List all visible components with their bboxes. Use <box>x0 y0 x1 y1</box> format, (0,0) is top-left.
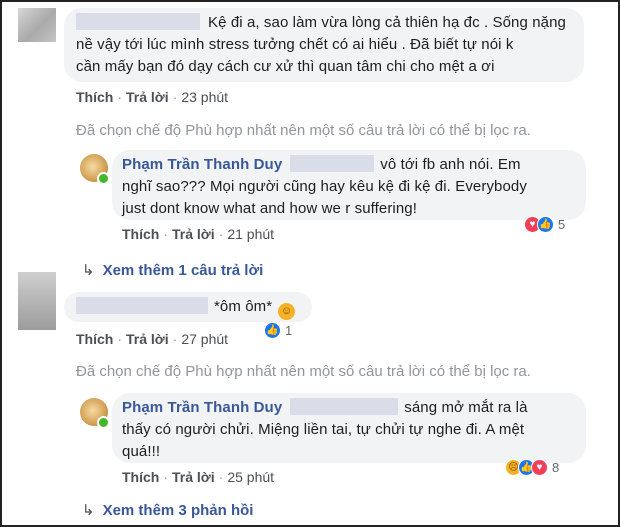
redacted-name <box>290 155 375 172</box>
comment-text-line: Kệ đi a, sao làm vừa lòng cả thiên hạ đc… <box>208 14 566 31</box>
comment-actions: Thích · Trả lời · 23 phút <box>76 89 229 105</box>
redacted-name <box>76 13 200 30</box>
reply-text-line: thấy có người chửi. Miệng liền tai, tự c… <box>122 421 525 438</box>
like-link[interactable]: Thích <box>76 331 113 347</box>
redacted-name <box>290 398 399 415</box>
avatar[interactable] <box>18 272 56 330</box>
reply-bubble: Phạm Trần Thanh Duy vô tới fb anh nói. Em… <box>112 150 586 220</box>
view-more-label: Xem thêm 3 phản hồi <box>102 502 254 519</box>
author-name[interactable]: Phạm Trần Thanh Duy <box>122 156 282 173</box>
like-reaction-icon: 👍 <box>264 322 281 339</box>
reply-actions: Thích · Trả lời · 21 phút <box>122 226 275 242</box>
reaction-count: 5 <box>558 217 566 232</box>
comment-text: *ôm ôm* <box>214 298 273 315</box>
like-link[interactable]: Thích <box>122 469 159 485</box>
online-indicator <box>97 172 110 185</box>
avatar[interactable] <box>18 8 56 42</box>
online-indicator <box>97 416 110 429</box>
reply-arrow-icon: ↳ <box>82 502 95 519</box>
author-name[interactable]: Phạm Trần Thanh Duy <box>122 399 282 416</box>
reply-link[interactable]: Trả lời <box>172 469 215 485</box>
timestamp[interactable]: 23 phút <box>181 89 228 105</box>
love-reaction-icon: ♥ <box>531 459 548 476</box>
like-reaction-icon: 👍 <box>537 216 554 233</box>
reply-link[interactable]: Trả lời <box>126 89 169 105</box>
like-link[interactable]: Thích <box>76 89 113 105</box>
reaction-summary[interactable]: ♥ 👍 5 <box>524 216 565 233</box>
reply-text-line: vô tới fb anh nói. Em <box>380 156 521 173</box>
filter-notice: Đã chọn chế độ Phù hợp nhất nên một số c… <box>76 363 531 380</box>
reply-bubble: Phạm Trần Thanh Duy sáng mở mắt ra là thấ… <box>112 393 586 463</box>
reaction-count: 8 <box>552 460 560 475</box>
reply-text-line: sáng mở mắt ra là <box>404 399 528 416</box>
comment-text-line: cần mấy bạn đó dạy cách cư xử thì quan t… <box>76 58 495 75</box>
reply-text-line: nghĩ sao??? Mọi người cũng hay kêu kệ đi… <box>122 178 527 195</box>
reply-link[interactable]: Trả lời <box>172 226 215 242</box>
filter-notice: Đã chọn chế độ Phù hợp nhất nên một số c… <box>76 122 531 139</box>
timestamp[interactable]: 21 phút <box>227 226 274 242</box>
reply-arrow-icon: ↳ <box>82 262 95 279</box>
comment-text-line: nề vậy tới lúc mình stress tưởng chết có… <box>76 36 514 53</box>
reaction-count: 1 <box>285 323 293 338</box>
reply-text-line: just dont know what and how we r sufferi… <box>122 200 418 217</box>
redacted-name <box>76 297 208 314</box>
view-more-replies-link[interactable]: ↳ Xem thêm 3 phản hồi <box>82 501 253 519</box>
reaction-summary[interactable]: ☹ 👍 ♥ 8 <box>505 459 559 476</box>
timestamp[interactable]: 25 phút <box>227 469 274 485</box>
view-more-label: Xem thêm 1 câu trả lời <box>102 262 264 279</box>
reply-actions: Thích · Trả lời · 25 phút <box>122 469 275 485</box>
view-more-replies-link[interactable]: ↳ Xem thêm 1 câu trả lời <box>82 261 263 279</box>
hugging-face-emoji-icon: ☺ <box>278 303 296 320</box>
reply-link[interactable]: Trả lời <box>126 331 169 347</box>
comment-bubble: Kệ đi a, sao làm vừa lòng cả thiên hạ đc… <box>64 8 584 82</box>
comment-actions: Thích · Trả lời · 27 phút <box>76 331 229 347</box>
comment-thread: Kệ đi a, sao làm vừa lòng cả thiên hạ đc… <box>0 0 620 527</box>
timestamp[interactable]: 27 phút <box>181 331 228 347</box>
like-link[interactable]: Thích <box>122 226 159 242</box>
reaction-summary[interactable]: 👍 1 <box>264 322 292 339</box>
comment-bubble: *ôm ôm* ☺ <box>64 292 312 322</box>
